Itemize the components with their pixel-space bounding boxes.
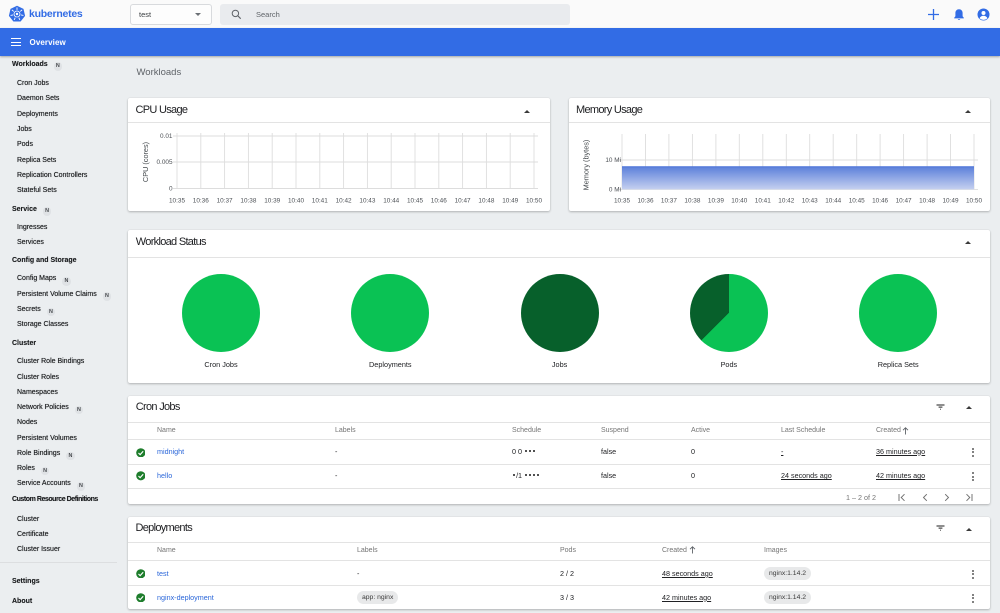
svg-text:10:48: 10:48 [919, 198, 935, 205]
svg-text:10:35: 10:35 [614, 198, 630, 205]
svg-text:0.01: 0.01 [160, 133, 173, 140]
svg-text:10:38: 10:38 [684, 198, 700, 205]
svg-text:0.005: 0.005 [157, 159, 173, 166]
svg-text:10:35: 10:35 [169, 198, 185, 205]
svg-text:10:44: 10:44 [383, 198, 399, 205]
svg-text:10:38: 10:38 [240, 198, 256, 205]
svg-text:10:40: 10:40 [731, 198, 747, 205]
svg-text:10:37: 10:37 [661, 198, 677, 205]
svg-text:10:47: 10:47 [896, 198, 912, 205]
svg-text:10:50: 10:50 [526, 198, 542, 205]
svg-text:10:39: 10:39 [264, 198, 280, 205]
svg-text:10 Mi: 10 Mi [605, 157, 621, 164]
svg-text:10:49: 10:49 [502, 198, 518, 205]
svg-text:10:41: 10:41 [755, 198, 771, 205]
svg-text:10:45: 10:45 [849, 198, 865, 205]
svg-text:10:49: 10:49 [943, 198, 959, 205]
svg-text:10:40: 10:40 [288, 198, 304, 205]
svg-text:10:47: 10:47 [455, 198, 471, 205]
svg-text:0 Mi: 0 Mi [609, 186, 621, 193]
svg-text:10:46: 10:46 [431, 198, 447, 205]
svg-text:Memory (bytes): Memory (bytes) [582, 140, 591, 191]
svg-text:CPU (cores): CPU (cores) [141, 142, 150, 182]
svg-text:10:46: 10:46 [872, 198, 888, 205]
svg-text:10:48: 10:48 [478, 198, 494, 205]
svg-text:10:36: 10:36 [193, 198, 209, 205]
svg-text:10:39: 10:39 [708, 198, 724, 205]
svg-text:10:36: 10:36 [638, 198, 654, 205]
svg-text:10:43: 10:43 [359, 198, 375, 205]
svg-text:10:43: 10:43 [802, 198, 818, 205]
svg-text:10:42: 10:42 [336, 198, 352, 205]
svg-text:10:45: 10:45 [407, 198, 423, 205]
svg-text:0: 0 [169, 186, 173, 193]
svg-text:10:44: 10:44 [825, 198, 841, 205]
svg-text:10:50: 10:50 [966, 198, 982, 205]
svg-text:10:41: 10:41 [312, 198, 328, 205]
svg-text:10:37: 10:37 [217, 198, 233, 205]
svg-text:10:42: 10:42 [778, 198, 794, 205]
